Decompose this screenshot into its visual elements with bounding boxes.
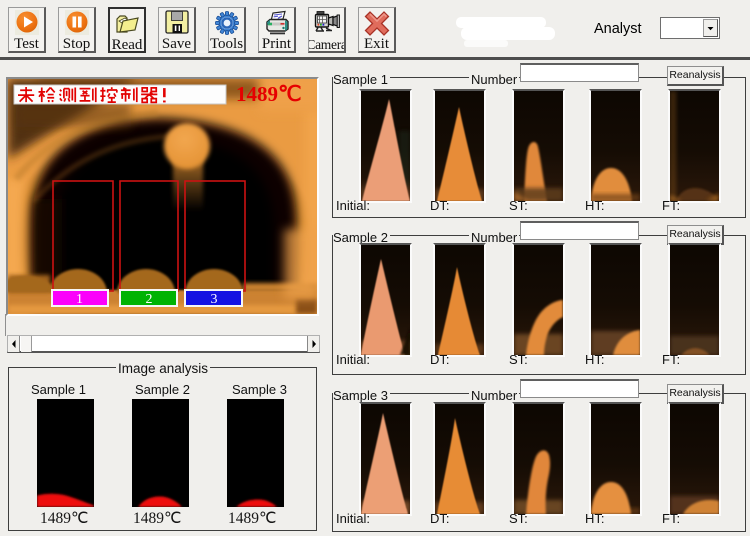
svg-text:1489℃: 1489℃ — [236, 82, 302, 106]
svg-text:3: 3 — [211, 292, 218, 307]
svg-text:1: 1 — [76, 292, 83, 307]
svg-text:2: 2 — [146, 292, 153, 307]
